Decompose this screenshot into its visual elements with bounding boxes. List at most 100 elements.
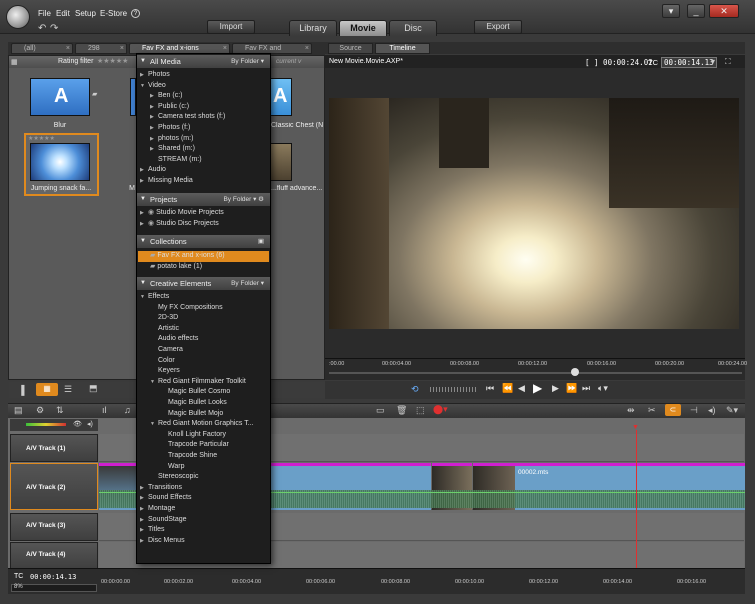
timecode-field[interactable]: 00:00:14.13 [661, 57, 717, 68]
tree-item[interactable]: ▶ Audio [140, 165, 166, 176]
chevron-down-icon[interactable]: ▼ [150, 377, 158, 388]
tab-source[interactable]: Source [328, 43, 373, 54]
chevron-right-icon[interactable]: ▶ [150, 144, 158, 155]
tree-item[interactable]: ▶ SoundStage [140, 515, 187, 526]
timeline-playhead[interactable] [636, 430, 637, 580]
chevron-right-icon[interactable]: ▶ [150, 134, 158, 145]
thumb-jumping-snack[interactable] [30, 143, 90, 181]
library-tab-298[interactable]: 298 × [75, 43, 127, 54]
chevron-right-icon[interactable]: ▶ [140, 208, 148, 219]
shuttle-wheel[interactable] [430, 387, 476, 392]
tree-item[interactable]: ▰ potato lake (1) [142, 262, 202, 273]
menu-edit[interactable]: Edit [56, 9, 70, 18]
playhead-handle-icon[interactable]: ▼ [632, 424, 639, 431]
tree-item[interactable]: ▶ Transitions [140, 483, 182, 494]
ripple-icon[interactable]: ⇹ [627, 405, 635, 416]
sort-dropdown[interactable]: By Folder ▾ ⚙ [223, 193, 264, 206]
track-view-icon[interactable]: ▤ [14, 405, 23, 416]
speaker-icon[interactable]: ◂) [87, 420, 93, 428]
tree-item[interactable]: ▶ Shared (m:) [150, 144, 195, 155]
chevron-down-icon[interactable]: ▼ [140, 292, 148, 303]
rating-stars[interactable]: ★★★★★ [28, 135, 55, 142]
rating-filter-stars[interactable]: ★★★★★ [97, 57, 128, 65]
go-to-end-icon[interactable]: ⏭ [582, 383, 590, 394]
chevron-right-icon[interactable]: ▶ [150, 123, 158, 134]
tree-item[interactable]: Knoll Light Factory [160, 430, 226, 441]
sort-dropdown[interactable]: By Folder ▾ [231, 55, 264, 68]
close-icon[interactable]: × [120, 44, 124, 53]
chevron-right-icon[interactable]: ▶ [140, 70, 148, 81]
chevron-right-icon[interactable]: ▶ [140, 504, 148, 515]
thumb-classic-chest[interactable]: A [270, 78, 292, 116]
tree-item[interactable]: ▶ ◉ Studio Disc Projects [140, 219, 219, 230]
list-view-icon[interactable]: ☰ [64, 384, 72, 395]
tree-item[interactable]: ▶ Disc Menus [140, 536, 185, 547]
tree-item[interactable]: Artistic [150, 324, 179, 335]
chevron-right-icon[interactable]: ▶ [140, 483, 148, 494]
chevron-right-icon[interactable]: ▶ [140, 165, 148, 176]
sort-dropdown[interactable]: By Folder ▾ [231, 277, 264, 290]
zoom-bar[interactable]: 8% [11, 584, 97, 592]
tree-item[interactable]: ▶ Sound Effects [140, 493, 191, 504]
settings-icon[interactable]: ⚙ [36, 405, 44, 416]
sort-icon[interactable]: ⇅ [56, 405, 64, 416]
split-clip-icon[interactable]: ▭ [376, 405, 385, 416]
tree-item[interactable]: Magic Bullet Cosmo [160, 387, 230, 398]
music-icon[interactable]: ♫ [124, 405, 131, 415]
trim-icon[interactable]: ⊣ [690, 405, 698, 416]
tab-disc[interactable]: Disc [389, 20, 437, 36]
chevron-right-icon[interactable]: ▶ [140, 525, 148, 536]
minimize-button[interactable]: _ [687, 4, 705, 18]
scissors-icon[interactable]: ✂ [648, 405, 656, 416]
tree-item[interactable]: ▼ Red Giant Motion Graphics T... [150, 419, 254, 430]
chevron-right-icon[interactable]: ▶ [150, 102, 158, 113]
redo-icon[interactable]: ↷ [50, 23, 58, 34]
import-button[interactable]: Import [207, 20, 255, 34]
scrub-handle[interactable] [571, 368, 579, 376]
audio-mixer-icon[interactable]: ıl [102, 405, 107, 415]
preview-menu-icon[interactable]: ▾ [711, 57, 715, 66]
undo-icon[interactable]: ↶ [38, 23, 46, 34]
tree-item[interactable]: ▶ Ben (c:) [150, 91, 183, 102]
thumb-blur[interactable]: A [30, 78, 90, 116]
magnet-icon[interactable]: ⊂ [665, 404, 681, 416]
delete-icon[interactable]: 🗑︎ [396, 405, 407, 416]
step-forward-icon[interactable]: ▶ [552, 383, 559, 394]
chevron-down-icon[interactable]: ▼ [150, 419, 158, 430]
tree-item[interactable]: Trapcode Shine [160, 451, 217, 462]
tree-item[interactable]: Magic Bullet Looks [160, 398, 227, 409]
speaker-icon[interactable]: ◂) [708, 405, 716, 416]
menu-setup[interactable]: Setup [75, 9, 96, 18]
grid-view-icon[interactable]: ▦ [36, 383, 58, 396]
snapshot-icon[interactable]: ⬚ [416, 405, 425, 416]
play-icon[interactable]: ▶ [533, 381, 542, 395]
pin-icon[interactable]: ▦ [11, 58, 18, 66]
tree-item[interactable]: Camera [150, 345, 183, 356]
close-button[interactable]: ✕ [709, 4, 739, 18]
tree-item[interactable]: Audio effects [150, 334, 198, 345]
tab-timeline[interactable]: Timeline [375, 43, 430, 54]
tree-item[interactable]: ▶ Camera test shots (f:) [150, 112, 225, 123]
app-logo-icon[interactable] [6, 5, 30, 29]
tree-item[interactable]: Color [150, 356, 175, 367]
volume-icon[interactable]: 🔈︎▾ [598, 383, 608, 394]
section-all-media[interactable]: ▼ All Media By Folder ▾ [137, 55, 270, 68]
tree-item[interactable]: ▶ Public (c:) [150, 102, 189, 113]
step-back-icon[interactable]: ◀ [518, 383, 525, 394]
go-to-start-icon[interactable]: ⏮ [486, 383, 494, 394]
panel-toggle-icon[interactable]: ▐ [18, 385, 24, 395]
tree-item[interactable]: Warp [160, 462, 184, 473]
chevron-right-icon[interactable]: ▶ [140, 515, 148, 526]
tree-item[interactable]: STREAM (m:) [150, 155, 202, 166]
library-tab-all[interactable]: (all) × [11, 43, 73, 54]
tree-item[interactable]: ▰ Fav FX and x-ions (6) [142, 251, 225, 262]
chevron-down-icon[interactable]: ▼ [140, 81, 148, 92]
tab-movie[interactable]: Movie [339, 20, 387, 36]
thumb-fluff[interactable] [270, 143, 292, 181]
next-frame-icon[interactable]: ⏩ [566, 383, 577, 394]
tree-item[interactable]: ▶ photos (m:) [150, 134, 193, 145]
chevron-right-icon[interactable]: ▶ [150, 91, 158, 102]
tree-item[interactable]: Stereoscopic [150, 472, 198, 483]
chevron-right-icon[interactable]: ▶ [140, 219, 148, 230]
tree-item[interactable]: ▶ Photos [140, 70, 170, 81]
